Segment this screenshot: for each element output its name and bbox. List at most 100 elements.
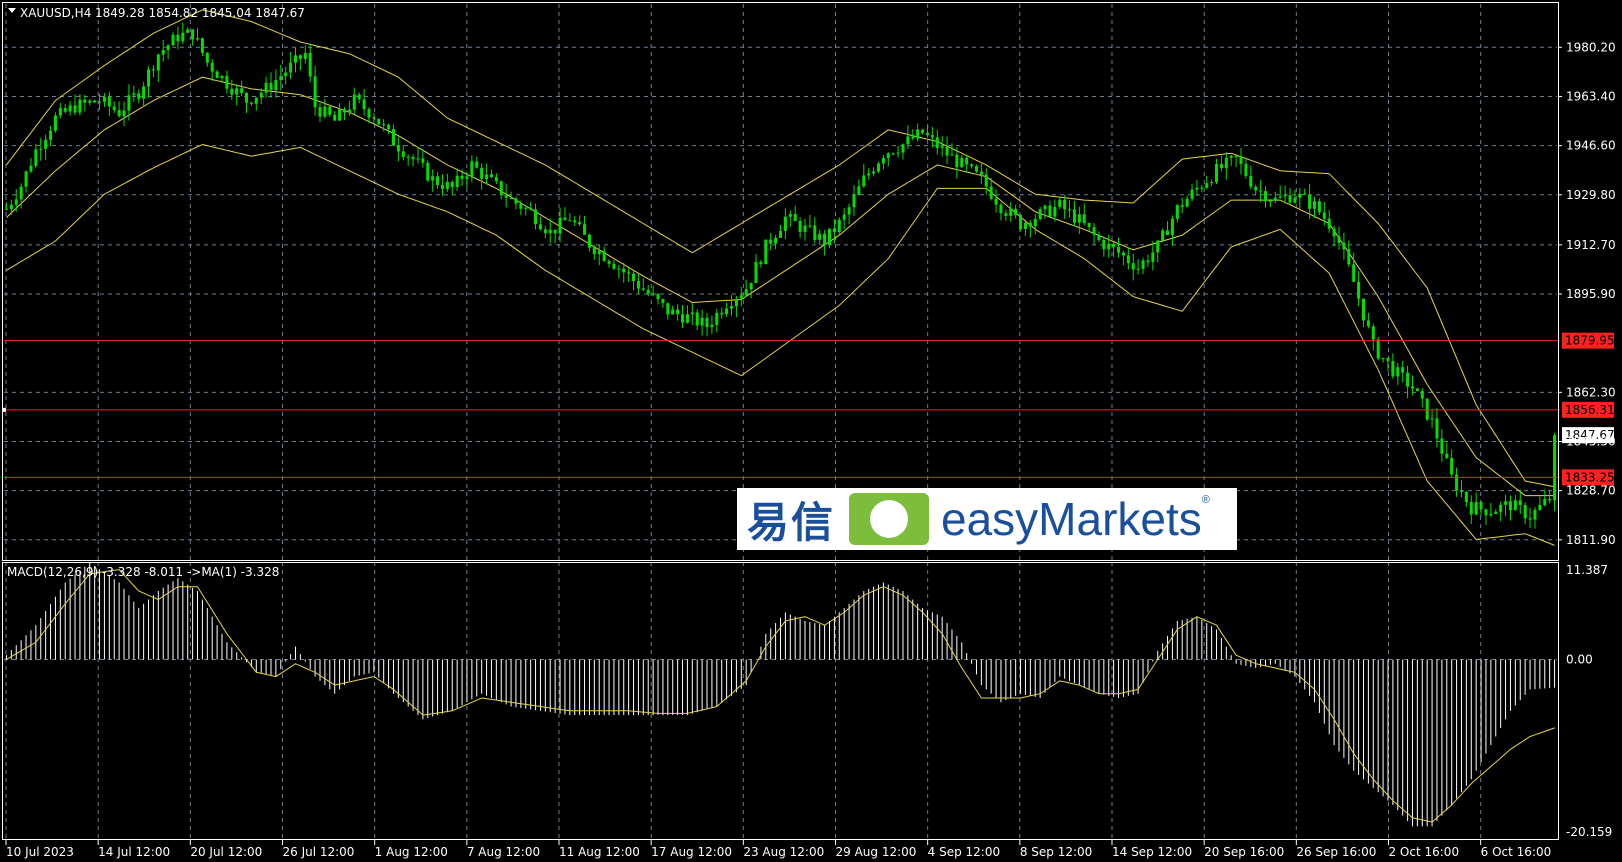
candle-body: [974, 166, 978, 172]
candle-body: [362, 99, 366, 110]
time-tick-label: 17 Aug 12:00: [651, 845, 732, 859]
candle-body: [1504, 501, 1508, 505]
candle-body: [1327, 218, 1331, 229]
candle-body: [489, 174, 493, 178]
macd-tick-label: 0.00: [1566, 652, 1593, 666]
candle-body: [1312, 201, 1316, 209]
candle-body: [1278, 196, 1282, 198]
candle-body: [813, 225, 817, 240]
candle-body: [1543, 498, 1547, 505]
price-tick-label: 1811.90: [1566, 533, 1616, 547]
candle-body: [1234, 155, 1238, 157]
price-axis[interactable]: 1980.20 1963.40 1946.60 1929.80 1912.70 1895.…: [1558, 40, 1616, 839]
price-tick-label: 1980.20: [1566, 40, 1616, 54]
candle-body: [465, 176, 469, 180]
symbol-menu-triangle-icon[interactable]: [8, 8, 16, 13]
candle-body: [676, 309, 680, 315]
candle-body: [1112, 243, 1116, 248]
candle-body: [1259, 190, 1263, 192]
candle-body: [122, 110, 126, 117]
candle-body: [1180, 205, 1184, 207]
candle-body: [553, 229, 557, 234]
candle-body: [1146, 260, 1150, 262]
candle-body: [117, 110, 121, 117]
time-tick-label: 29 Aug 12:00: [835, 845, 916, 859]
candle-body: [1361, 298, 1365, 321]
candle-body: [338, 109, 342, 121]
macd-tick-label: -20.159: [1566, 825, 1612, 839]
candle-body: [1102, 240, 1106, 250]
candle-body: [1415, 388, 1419, 392]
price-tick-label: 1946.60: [1566, 139, 1616, 153]
candle-body: [1435, 418, 1439, 439]
horizontal-lines[interactable]: 1879.951856.311833.251847.67: [2, 332, 1615, 486]
candle-body: [578, 222, 582, 225]
candle-body: [235, 88, 239, 95]
candle-body: [1332, 228, 1336, 237]
candle-body: [83, 99, 87, 103]
candle-body: [1161, 230, 1165, 241]
candle-body: [1396, 367, 1400, 377]
candle-body: [999, 204, 1003, 214]
candle-body: [1156, 240, 1160, 253]
candle-body: [1053, 206, 1057, 217]
candle-body: [220, 76, 224, 79]
candle-body: [925, 133, 929, 136]
candle-body: [245, 93, 249, 103]
candle-body: [215, 71, 219, 79]
candle-body: [1215, 164, 1219, 183]
candle-body: [225, 76, 229, 89]
candle-body: [455, 175, 459, 188]
candle-body: [671, 309, 675, 315]
candle-body: [1386, 357, 1390, 362]
horizontal-line-value: 1879.95: [1565, 334, 1615, 348]
candle-body: [1508, 501, 1512, 511]
candle-body: [1376, 339, 1380, 359]
candle-body: [132, 93, 136, 96]
candle-body: [347, 109, 351, 113]
candle-body: [965, 157, 969, 165]
candle-body: [906, 136, 910, 145]
candle-body: [485, 174, 489, 179]
candle-body: [1072, 209, 1076, 223]
macd-label: MACD(12,26,9) -3.328 -8.011 ->MA(1) -3.3…: [7, 565, 279, 579]
candle-body: [749, 282, 753, 290]
candle-body: [200, 38, 204, 53]
candle-body: [538, 224, 542, 230]
candle-body: [1469, 501, 1473, 515]
candle-body: [396, 145, 400, 152]
candle-body: [58, 108, 62, 116]
time-axis[interactable]: 10 Jul 2023 14 Jul 12:00 20 Jul 12:00 26 Ju…: [5, 840, 1551, 859]
candle-body: [1479, 502, 1483, 510]
candle-body: [171, 34, 175, 46]
candle-body: [872, 171, 876, 174]
candle-body: [1440, 438, 1444, 454]
candle-body: [524, 207, 528, 209]
time-tick-label: 23 Aug 12:00: [743, 845, 824, 859]
logo-registered-mark: ®: [1201, 494, 1210, 506]
candle-body: [558, 217, 562, 234]
price-tick-label: 1963.40: [1566, 89, 1616, 103]
candle-body: [705, 317, 709, 328]
candle-body: [1087, 223, 1091, 228]
price-tick-label: 1929.80: [1566, 188, 1616, 202]
candle-body: [127, 95, 131, 111]
price-chart-canvas[interactable]: 1879.951856.311833.251847.67 1980.20 1963…: [0, 0, 1622, 862]
candle-body: [426, 162, 430, 181]
candle-body: [293, 55, 297, 63]
candle-body: [935, 137, 939, 149]
candle-body: [1293, 197, 1297, 203]
candle-body: [955, 154, 959, 168]
bollinger-bands: [6, 9, 1555, 546]
macd-signal-line: [6, 569, 1555, 823]
candle-body: [63, 108, 67, 112]
horizontal-line-value: 1833.25: [1565, 470, 1615, 484]
candle-body: [264, 82, 268, 93]
candle-body: [274, 80, 278, 91]
candle-body: [196, 38, 200, 40]
candle-body: [886, 153, 890, 159]
candle-body: [543, 229, 547, 234]
candle-body: [1210, 182, 1214, 184]
candle-body: [1058, 199, 1062, 207]
candle-body: [98, 101, 102, 103]
